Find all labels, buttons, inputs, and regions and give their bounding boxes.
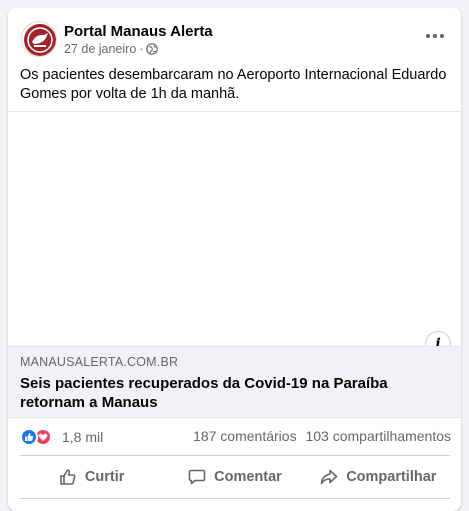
share-arrow-icon	[320, 469, 338, 485]
shares-count[interactable]: 103 compartilhamentos	[305, 428, 451, 444]
dot-icon	[440, 34, 444, 38]
comment-icon	[188, 469, 206, 485]
post-header: Portal Manaus Alerta 27 de janeiro ·	[8, 8, 461, 64]
link-domain: MANAUSALERTA.COM.BR	[20, 355, 179, 369]
link-title[interactable]: Seis pacientes recuperados da Covid-19 n…	[20, 374, 445, 412]
page-avatar[interactable]	[21, 21, 57, 57]
link-preview-image[interactable]	[8, 111, 461, 346]
more-options-button[interactable]	[423, 26, 447, 46]
action-bar: Curtir Comentar Compartilhar	[20, 455, 450, 499]
meta-separator: ·	[139, 42, 144, 56]
post-text: Os pacientes desembarcaram no Aeroporto …	[20, 67, 447, 102]
link-preview-meta[interactable]: MANAUSALERTA.COM.BR Seis pacientes recup…	[8, 346, 461, 418]
page-name[interactable]: Portal Manaus Alerta	[64, 23, 213, 40]
globe-icon	[146, 43, 159, 55]
post-card: Portal Manaus Alerta 27 de janeiro · Os …	[8, 8, 461, 511]
reaction-icons	[20, 427, 56, 447]
reactions-count: 1,8 mil	[62, 429, 104, 445]
like-reaction-icon	[20, 428, 38, 446]
reactions-summary[interactable]: 1,8 mil	[20, 426, 103, 448]
comment-label: Comentar	[214, 469, 282, 485]
share-label: Compartilhar	[346, 469, 437, 485]
post-date[interactable]: 27 de janeiro	[64, 42, 136, 56]
like-label: Curtir	[84, 469, 125, 485]
dot-icon	[426, 34, 430, 38]
engagement-stats: 187 comentários 103 compartilhamentos	[188, 428, 451, 444]
post-meta: 27 de janeiro ·	[64, 42, 159, 56]
thumbs-up-icon	[60, 469, 76, 485]
comments-count[interactable]: 187 comentários	[193, 428, 297, 444]
dot-icon	[433, 34, 437, 38]
page-logo-icon	[24, 24, 56, 56]
like-button[interactable]: Curtir	[20, 456, 163, 498]
share-button[interactable]: Compartilhar	[307, 456, 450, 498]
comment-button[interactable]: Comentar	[163, 456, 306, 498]
